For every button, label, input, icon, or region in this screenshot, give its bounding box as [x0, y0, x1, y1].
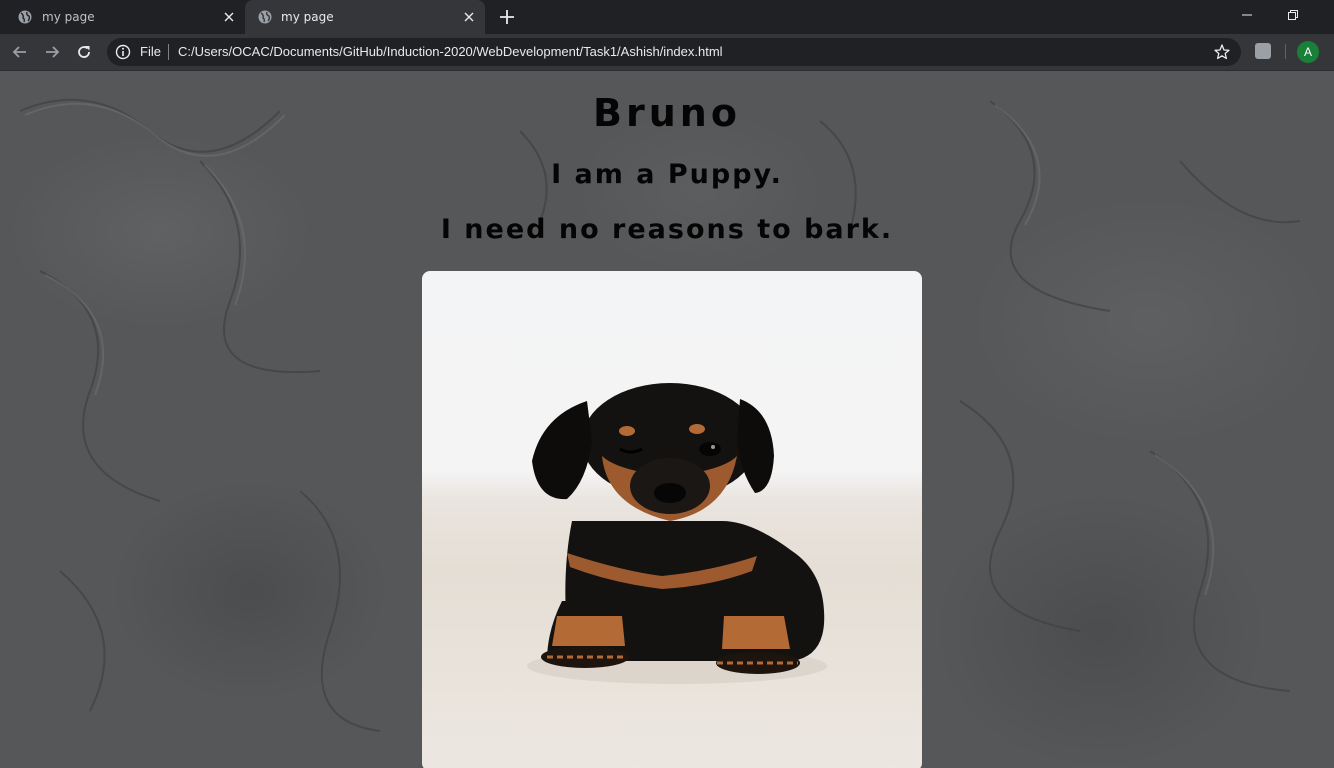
globe-icon: [258, 10, 272, 24]
page-title: Bruno: [593, 91, 741, 135]
tab-title: my page: [42, 10, 95, 24]
puppy-illustration: [527, 383, 827, 684]
tab-active[interactable]: my page: [245, 0, 485, 34]
profile-avatar[interactable]: A: [1297, 41, 1319, 63]
address-bar[interactable]: File C:/Users/OCAC/Documents/GitHub/Indu…: [107, 38, 1241, 66]
restore-button[interactable]: [1270, 0, 1316, 30]
bookmark-star-icon[interactable]: [1213, 43, 1231, 61]
arrow-left-icon: [12, 46, 26, 58]
plus-icon: [500, 10, 514, 24]
extension-icon[interactable]: [1255, 43, 1271, 59]
minimize-icon: [1242, 14, 1252, 16]
info-icon[interactable]: [115, 44, 131, 60]
close-tab-icon[interactable]: [461, 9, 477, 25]
browser-toolbar: File C:/Users/OCAC/Documents/GitHub/Indu…: [0, 34, 1334, 71]
puppy-photo: [422, 271, 922, 768]
page-tagline: I need no reasons to bark.: [440, 214, 894, 245]
address-separator: [168, 44, 169, 60]
new-tab-button[interactable]: [497, 7, 517, 27]
page-subtitle: I am a Puppy.: [551, 159, 783, 190]
reload-button[interactable]: [71, 39, 97, 65]
arrow-right-icon: [46, 46, 60, 58]
toolbar-separator: [1285, 44, 1286, 59]
back-button[interactable]: [7, 39, 33, 65]
tab-inactive[interactable]: my page: [0, 0, 244, 34]
tab-strip: my page my page: [0, 0, 1334, 34]
page-content: Bruno I am a Puppy. I need no reasons to…: [0, 71, 1334, 768]
tab-title: my page: [281, 10, 334, 24]
globe-icon: [18, 10, 32, 24]
url-text[interactable]: C:/Users/OCAC/Documents/GitHub/Induction…: [178, 45, 723, 59]
reload-icon: [78, 46, 90, 58]
scheme-label: File: [140, 44, 161, 59]
forward-button[interactable]: [39, 39, 65, 65]
restore-icon: [1288, 10, 1298, 20]
minimize-button[interactable]: [1224, 0, 1270, 30]
close-tab-icon[interactable]: [221, 9, 237, 25]
